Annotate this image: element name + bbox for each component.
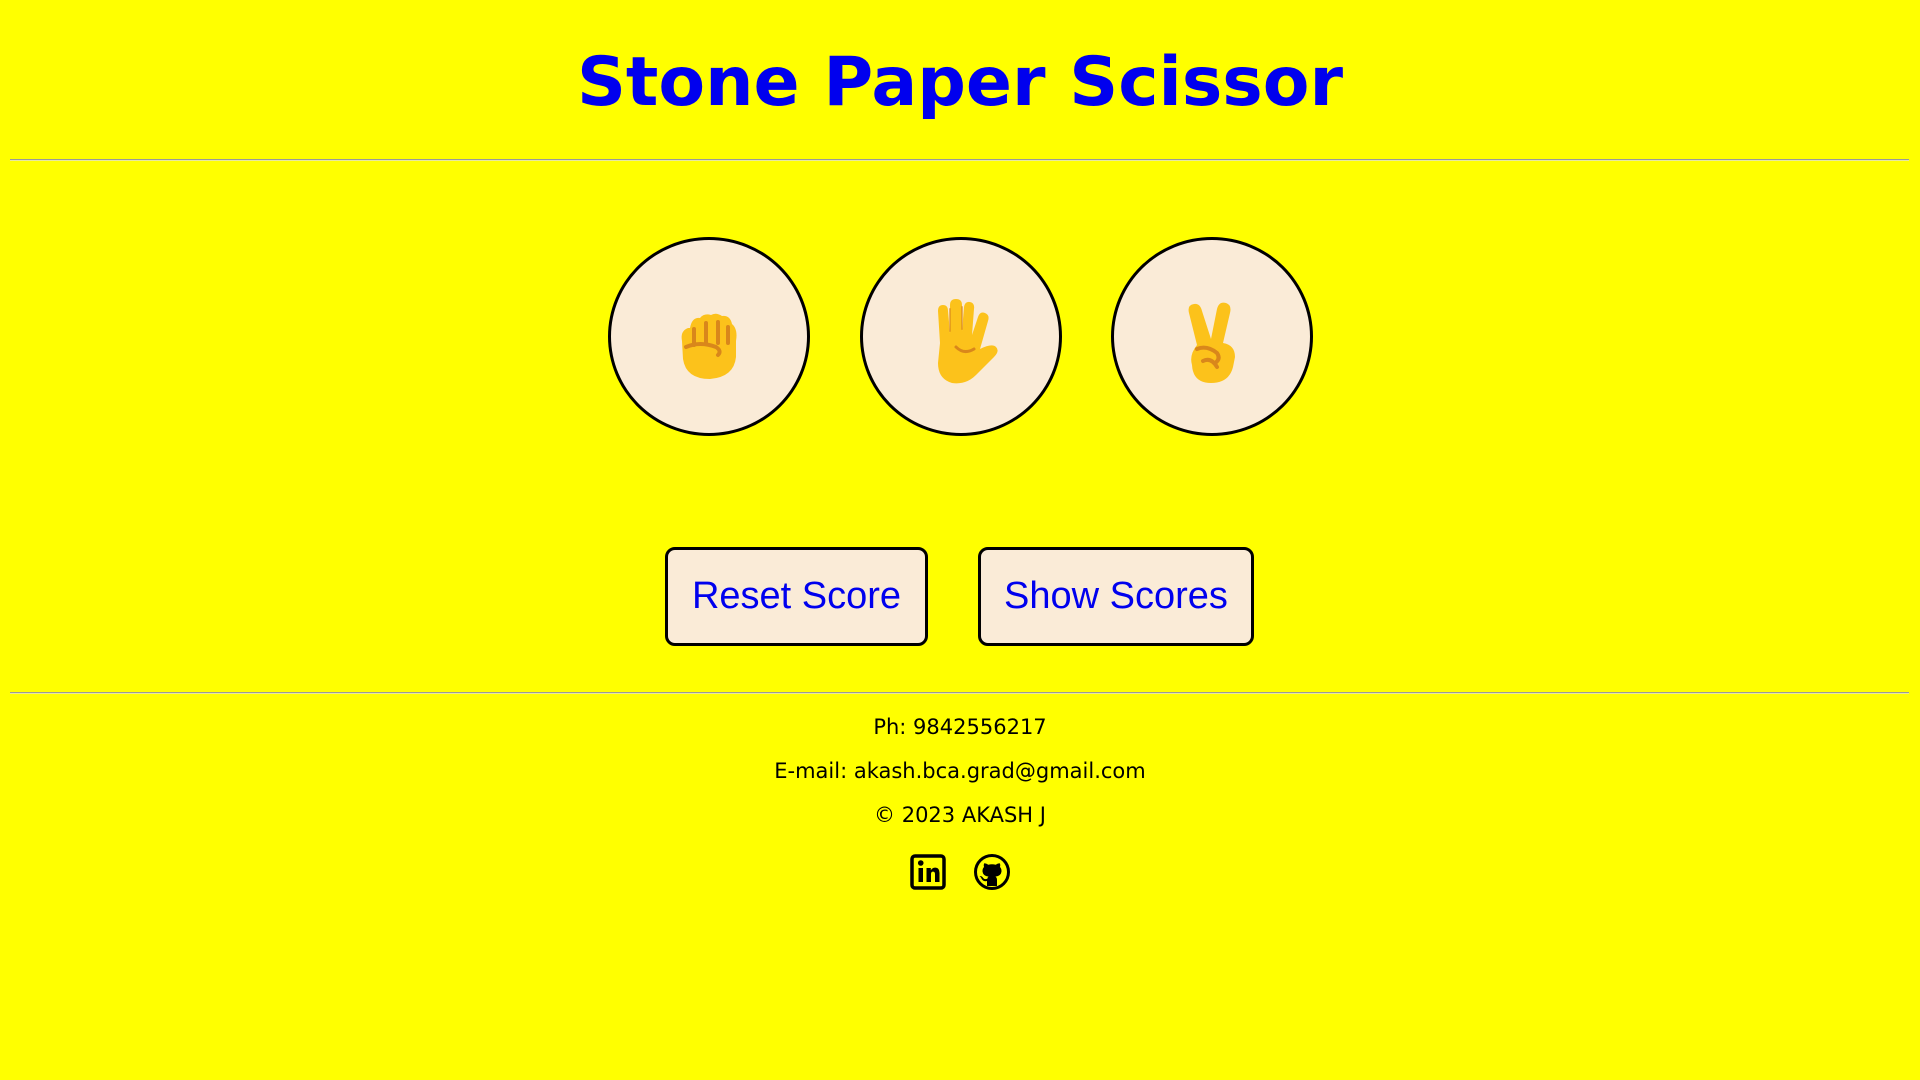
paper-choice-button[interactable] — [860, 237, 1062, 436]
page-title: Stone Paper Scissor — [576, 43, 1344, 122]
raised-fist-icon — [681, 313, 737, 379]
show-scores-button[interactable]: Show Scores — [978, 547, 1254, 646]
footer-phone: Ph: 9842556217 — [873, 715, 1047, 739]
victory-hand-icon — [1188, 302, 1235, 383]
linkedin-icon[interactable] — [909, 853, 947, 891]
bottom-divider — [10, 692, 1909, 694]
github-icon[interactable] — [973, 853, 1011, 891]
top-divider — [10, 159, 1909, 161]
stone-choice-button[interactable] — [608, 237, 810, 436]
choice-row — [0, 237, 1920, 436]
scissor-choice-button[interactable] — [1111, 237, 1313, 436]
footer-email: E-mail: akash.bca.grad@gmail.com — [774, 759, 1146, 783]
raised-hand-icon — [938, 298, 998, 383]
reset-score-button[interactable]: Reset Score — [665, 547, 928, 646]
footer-copyright: © 2023 AKASH J — [874, 803, 1046, 827]
page: Stone Paper Scissor Reset Score Show Sco… — [0, 0, 1920, 1080]
